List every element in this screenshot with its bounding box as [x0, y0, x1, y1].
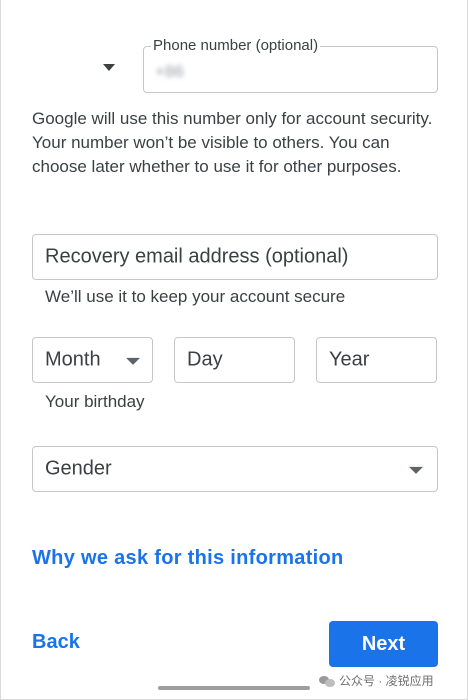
- birthday-day-input[interactable]: Day: [174, 337, 295, 383]
- birthday-hint: Your birthday: [45, 392, 145, 411]
- watermark: 公众号 · 凌锐应用: [319, 672, 434, 689]
- home-indicator[interactable]: [158, 686, 310, 690]
- phone-number-value[interactable]: +86: [155, 62, 184, 82]
- country-dropdown-arrow-icon[interactable]: [103, 64, 115, 71]
- signup-form: Phone number (optional) +86 Google will …: [0, 0, 468, 700]
- back-button[interactable]: Back: [32, 631, 80, 654]
- gender-select[interactable]: Gender: [32, 446, 438, 492]
- watermark-text: 公众号 · 凌锐应用: [339, 674, 434, 688]
- chevron-down-icon: [126, 357, 140, 365]
- recovery-email-hint: We’ll use it to keep your account secure: [45, 287, 346, 306]
- year-placeholder: Year: [329, 348, 370, 371]
- wechat-icon: [319, 675, 335, 687]
- gender-placeholder: Gender: [45, 457, 112, 480]
- birthday-month-select[interactable]: Month: [32, 337, 153, 383]
- recovery-email-placeholder: Recovery email address (optional): [45, 245, 349, 268]
- chevron-down-icon: [409, 466, 423, 474]
- recovery-email-input[interactable]: Recovery email address (optional): [32, 234, 438, 280]
- why-we-ask-link[interactable]: Why we ask for this information: [32, 547, 344, 570]
- day-placeholder: Day: [187, 348, 223, 371]
- next-button[interactable]: Next: [329, 621, 438, 667]
- phone-number-label: Phone number (optional): [151, 37, 321, 54]
- birthday-year-input[interactable]: Year: [316, 337, 437, 383]
- phone-info-text: Google will use this number only for acc…: [32, 109, 433, 176]
- month-placeholder: Month: [45, 348, 101, 371]
